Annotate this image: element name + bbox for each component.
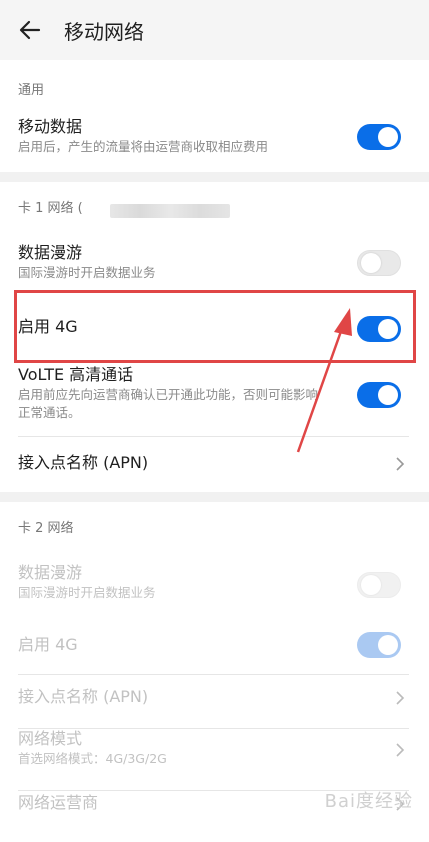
annotation-arrow-icon xyxy=(296,308,352,453)
watermark: Bai度经验 xyxy=(324,791,413,812)
